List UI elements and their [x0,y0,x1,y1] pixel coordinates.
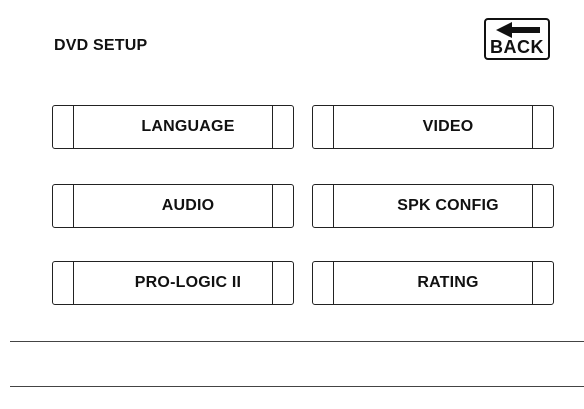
button-divider-right [532,106,533,148]
audio-button-label: AUDIO [161,197,215,214]
back-button[interactable]: BACK [484,18,550,60]
pro-logic-ii-button-label: PRO-LOGIC II [134,274,242,291]
button-divider-right [272,185,273,227]
spk-config-button[interactable]: SPK CONFIG [312,184,554,228]
rating-button-label: RATING [417,274,479,291]
button-divider-left [73,185,74,227]
button-divider-left [73,262,74,304]
rating-button[interactable]: RATING [312,261,554,305]
video-button[interactable]: VIDEO [312,105,554,149]
button-divider-right [532,262,533,304]
page-title: DVD SETUP [54,37,148,54]
video-button-label: VIDEO [422,118,474,135]
button-divider-left [333,185,334,227]
button-divider-left [333,262,334,304]
spk-config-button-label: SPK CONFIG [397,197,499,214]
button-divider-right [532,185,533,227]
button-divider-left [73,106,74,148]
divider-line [10,386,584,387]
button-divider-right [272,106,273,148]
button-divider-left [333,106,334,148]
language-button-label: LANGUAGE [141,118,235,135]
pro-logic-ii-button[interactable]: PRO-LOGIC II [52,261,294,305]
button-divider-right [272,262,273,304]
divider-line [10,341,584,342]
audio-button[interactable]: AUDIO [52,184,294,228]
language-button[interactable]: LANGUAGE [52,105,294,149]
back-button-label: BACK [490,37,544,57]
